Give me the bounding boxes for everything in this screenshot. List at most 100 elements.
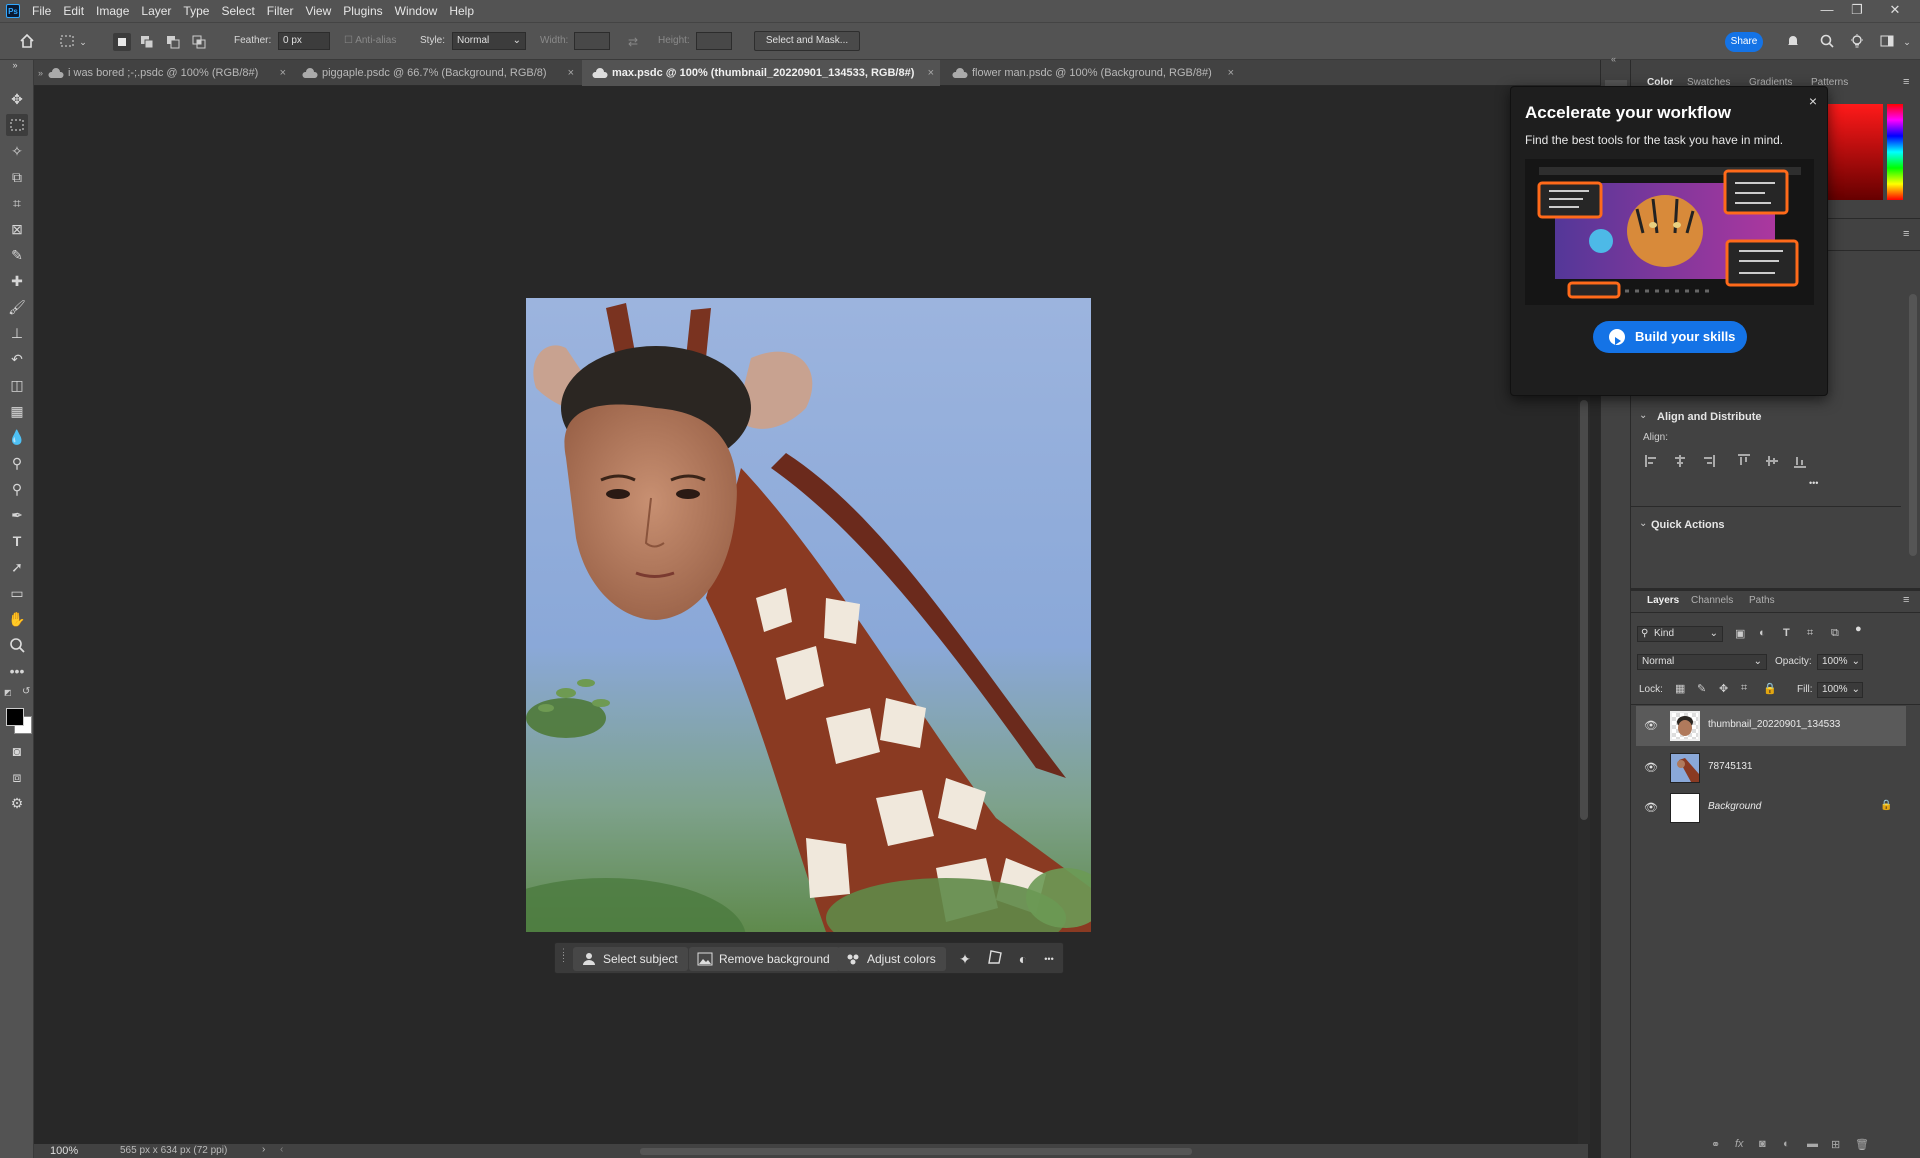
close-icon[interactable]: × (280, 60, 286, 86)
blur-tool-icon[interactable]: 💧 (6, 426, 28, 448)
document-info[interactable]: 565 px x 634 px (72 ppi) (120, 1145, 227, 1156)
panel-menu-icon[interactable]: ≡ (1903, 76, 1909, 88)
align-right-icon[interactable] (1701, 454, 1715, 471)
eye-icon[interactable]: 👁 (1644, 761, 1658, 775)
align-vcenter-icon[interactable] (1765, 454, 1779, 471)
quick-mask-icon[interactable]: ◙ (6, 740, 28, 762)
build-skills-button[interactable]: Build your skills (1593, 321, 1747, 353)
tab-max[interactable]: max.psdc @ 100% (thumbnail_20220901_1345… (582, 60, 940, 86)
object-selection-tool-icon[interactable]: ⧉ (6, 166, 28, 188)
align-top-icon[interactable] (1737, 454, 1751, 471)
layer-name[interactable]: thumbnail_20220901_134533 (1708, 719, 1840, 730)
zoom-small-tool-icon[interactable]: ⚲ (6, 478, 28, 500)
dodge-tool-icon[interactable]: ⚲ (6, 452, 28, 474)
default-colors-icon[interactable]: ◩ (4, 688, 14, 698)
rectangle-tool-icon[interactable]: ▭ (6, 582, 28, 604)
tab-piggaple[interactable]: piggaple.psdc @ 66.7% (Background, RGB/8… (292, 60, 580, 86)
eye-icon[interactable]: 👁 (1644, 719, 1658, 733)
close-icon[interactable]: × (1809, 93, 1817, 109)
layer-row[interactable]: 👁 thumbnail_20220901_134533 (1636, 706, 1906, 746)
minimize-button[interactable]: — (1812, 0, 1842, 22)
color-field[interactable] (1823, 104, 1883, 200)
brush-tool-icon[interactable]: 🖌 (6, 296, 28, 318)
sparkle-icon[interactable]: ✦ (955, 949, 975, 969)
menu-image[interactable]: Image (90, 0, 135, 22)
eraser-tool-icon[interactable]: ◫ (6, 374, 28, 396)
fx-icon[interactable]: fx (1735, 1138, 1744, 1150)
align-hcenter-icon[interactable] (1673, 454, 1687, 471)
lock-icon[interactable]: 🔒 (1880, 800, 1892, 811)
menu-filter[interactable]: Filter (261, 0, 300, 22)
more-tools-icon[interactable]: ••• (6, 660, 28, 682)
more-align-icon[interactable]: ••• (1809, 478, 1818, 488)
lock-artboard-icon[interactable]: ⌗ (1741, 682, 1747, 695)
eye-icon[interactable]: 👁 (1644, 801, 1658, 815)
hue-slider[interactable] (1887, 104, 1903, 200)
chevron-down-icon[interactable]: ⌄ (1639, 410, 1647, 421)
healing-brush-tool-icon[interactable]: ✚ (6, 270, 28, 292)
restore-button[interactable]: ❐ (1842, 0, 1872, 22)
add-selection-icon[interactable] (140, 35, 154, 49)
new-selection-icon[interactable] (113, 33, 131, 51)
pixel-filter-icon[interactable]: ▣ (1735, 627, 1745, 640)
search-icon[interactable] (1818, 33, 1836, 51)
history-brush-tool-icon[interactable]: ↶ (6, 348, 28, 370)
frame-tool-icon[interactable]: ⊠ (6, 218, 28, 240)
style-select[interactable]: Normal ⌄ (452, 32, 526, 50)
chevron-down-icon[interactable]: ⌄ (1639, 518, 1647, 529)
move-tool-icon[interactable]: ✥ (6, 88, 28, 110)
lock-position-icon[interactable]: ✥ (1719, 682, 1728, 695)
chevron-down-icon[interactable]: ⌄ (1898, 33, 1916, 51)
menu-type[interactable]: Type (177, 0, 215, 22)
generative-icon[interactable]: ⚙ (6, 792, 28, 814)
chevron-down-icon[interactable]: ⌄ (74, 33, 92, 51)
filter-toggle-icon[interactable]: ● (1855, 623, 1862, 635)
align-left-icon[interactable] (1645, 454, 1659, 471)
bell-icon[interactable] (1784, 33, 1802, 51)
feather-input[interactable]: 0 px (278, 32, 330, 50)
lock-paint-icon[interactable]: ✎ (1697, 682, 1706, 695)
home-icon[interactable] (18, 33, 36, 51)
drag-handle-icon[interactable]: ⋮ ⋮ (559, 948, 568, 969)
menu-view[interactable]: View (299, 0, 337, 22)
horizontal-scrollbar[interactable] (640, 1148, 1192, 1155)
close-icon[interactable]: × (568, 60, 574, 86)
layer-row[interactable]: 👁 Background 🔒 (1636, 788, 1906, 828)
layer-name[interactable]: 78745131 (1708, 761, 1753, 772)
select-and-mask-button[interactable]: Select and Mask... (754, 31, 860, 51)
close-icon[interactable]: × (928, 60, 934, 86)
collapse-panels-icon[interactable]: » (6, 60, 43, 86)
menu-edit[interactable]: Edit (57, 0, 90, 22)
layer-name[interactable]: Background (1708, 801, 1761, 812)
marquee-tool-icon[interactable] (6, 114, 28, 136)
zoom-level[interactable]: 100% (50, 1145, 78, 1157)
remove-background-button[interactable]: Remove background (689, 947, 840, 971)
type-filter-icon[interactable]: T (1783, 627, 1790, 639)
trash-icon[interactable]: 🗑 (1855, 1138, 1869, 1151)
menu-help[interactable]: Help (443, 0, 480, 22)
path-selection-tool-icon[interactable]: ➚ (6, 556, 28, 578)
expand-panels-icon[interactable]: « (1611, 54, 1616, 64)
menu-window[interactable]: Window (389, 0, 444, 22)
select-subject-button[interactable]: Select subject (573, 947, 688, 971)
adjust-colors-button[interactable]: Adjust colors (837, 947, 946, 971)
menu-plugins[interactable]: Plugins (337, 0, 388, 22)
adjustment-icon[interactable]: ◐ (1013, 949, 1033, 969)
tab-channels[interactable]: Channels (1691, 595, 1733, 606)
adjustment-layer-icon[interactable]: ◐ (1783, 1138, 1790, 1150)
add-mask-icon[interactable]: ◙ (1759, 1138, 1766, 1150)
group-folder-icon[interactable]: ▬ (1807, 1138, 1818, 1150)
zoom-tool-icon[interactable] (6, 634, 28, 656)
menu-file[interactable]: File (26, 0, 57, 22)
close-icon[interactable]: × (1228, 60, 1234, 86)
smart-object-filter-icon[interactable]: ⧉ (1831, 627, 1839, 640)
panel-menu-icon[interactable]: ≡ (1903, 594, 1909, 606)
crop-tool-icon[interactable]: ⌗ (6, 192, 28, 214)
opacity-input[interactable]: 100% ⌄ (1817, 654, 1863, 670)
document-canvas[interactable] (526, 298, 1091, 932)
menu-layer[interactable]: Layer (135, 0, 177, 22)
tab-flower-man[interactable]: flower man.psdc @ 100% (Background, RGB/… (942, 60, 1240, 86)
foreground-color-swatch[interactable] (6, 708, 24, 726)
subtract-selection-icon[interactable] (166, 35, 180, 49)
tab-i-was-bored[interactable]: i was bored ;-;.psdc @ 100% (RGB/8#) × (38, 60, 292, 86)
